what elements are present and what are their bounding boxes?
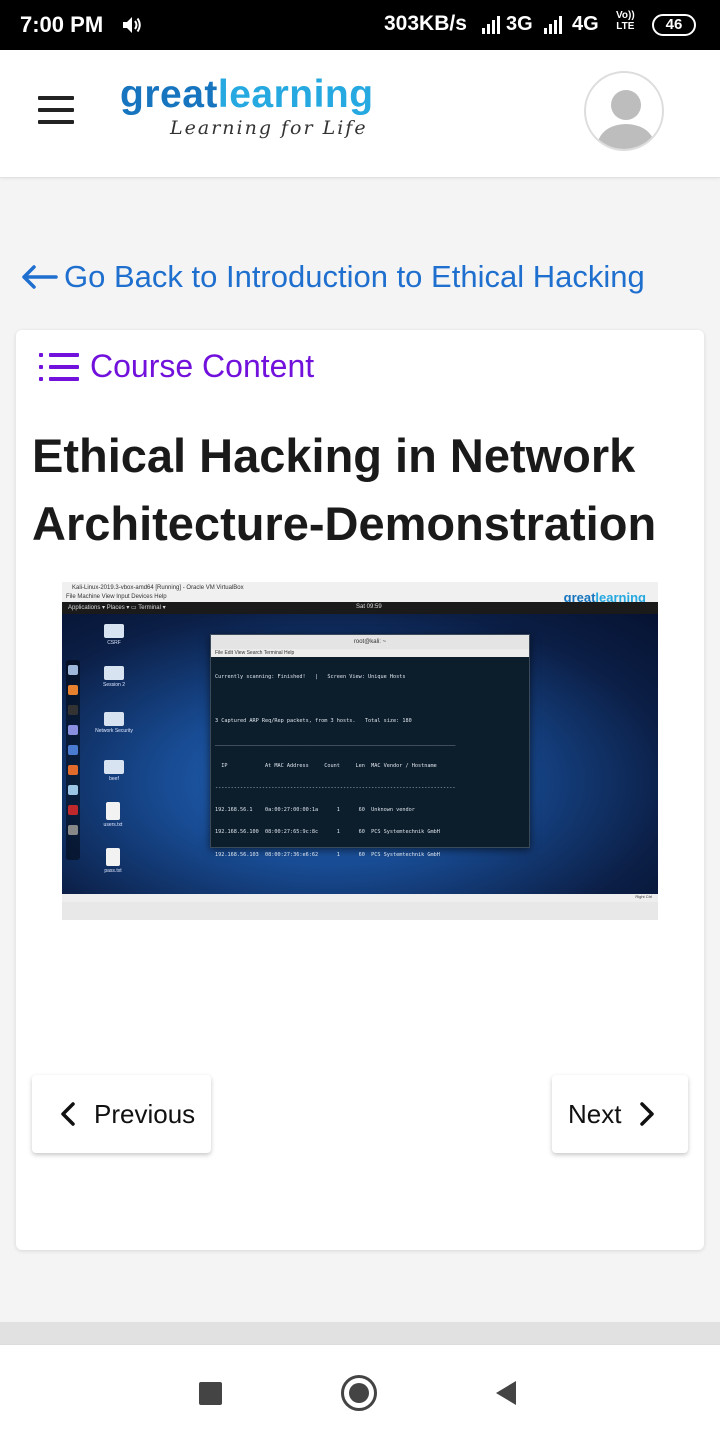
next-button[interactable]: Next (552, 1075, 688, 1153)
previous-button[interactable]: Previous (32, 1075, 211, 1153)
user-avatar-icon[interactable] (584, 71, 664, 151)
next-label: Next (568, 1098, 622, 1129)
page-bottom-strip (0, 1322, 720, 1344)
course-content-button[interactable]: Course Content (38, 348, 314, 385)
back-triangle-icon[interactable] (494, 1380, 518, 1406)
course-content-label: Course Content (90, 348, 315, 384)
folder-icon (104, 624, 124, 638)
battery-icon: 46 (652, 14, 696, 36)
chevron-left-icon (61, 1102, 75, 1126)
kali-dock (66, 660, 80, 860)
kali-topbar: Applications ▾ Places ▾ ▭ Terminal ▾ Sat… (62, 602, 658, 614)
virtualbox-statusbar: Right Ctrl (62, 894, 658, 902)
system-nav-bar (0, 1344, 720, 1440)
kali-desktop: CSRF Session 2 Network Security beef use… (62, 614, 658, 894)
signal-icon (482, 16, 500, 34)
logo-tagline: Learning for Life (170, 117, 368, 139)
status-bar: 7:00 PM 303KB/s 3G 4G Vo)) LTE 46 (0, 0, 720, 50)
list-icon (39, 352, 79, 381)
app-header: greatlearning Learning for Life (0, 50, 720, 178)
lesson-title: Ethical Hacking in Network Architecture-… (32, 429, 657, 550)
volume-icon (123, 17, 141, 33)
file-icon (106, 802, 120, 820)
recents-icon[interactable] (199, 1382, 222, 1405)
folder-icon (104, 666, 124, 680)
back-link-label: Go Back to Introduction to Ethical Hacki… (64, 259, 645, 294)
folder-icon (104, 712, 124, 726)
arrow-left-icon (22, 265, 58, 289)
network-type-4g: 4G (572, 13, 599, 35)
home-icon[interactable] (341, 1375, 377, 1411)
great-learning-logo[interactable]: greatlearning Learning for Life (120, 72, 374, 138)
terminal-output: Currently scanning: Finished! | Screen V… (215, 673, 456, 858)
status-time: 7:00 PM (20, 12, 104, 37)
terminal-window: root@kali: ~ File Edit View Search Termi… (210, 634, 530, 858)
previous-label: Previous (94, 1098, 196, 1129)
hamburger-icon[interactable] (38, 96, 74, 124)
folder-icon (104, 760, 124, 774)
back-to-course-link[interactable]: Go Back to Introduction to Ethical Hacki… (20, 256, 645, 298)
network-type-3g: 3G (506, 13, 533, 35)
signal-icon-2 (544, 16, 562, 34)
lesson-card: Course Content Ethical Hacking in Networ… (16, 330, 704, 1250)
video-thumbnail[interactable]: Kali-Linux-2019.3-vbox-amd64 [Running] -… (62, 582, 658, 920)
file-icon (106, 848, 120, 866)
virtualbox-titlebar: Kali-Linux-2019.3-vbox-amd64 [Running] -… (62, 582, 658, 605)
network-speed: 303KB/s (384, 12, 467, 35)
chevron-right-icon (640, 1102, 655, 1126)
volte-indicator: Vo)) LTE (616, 10, 635, 32)
